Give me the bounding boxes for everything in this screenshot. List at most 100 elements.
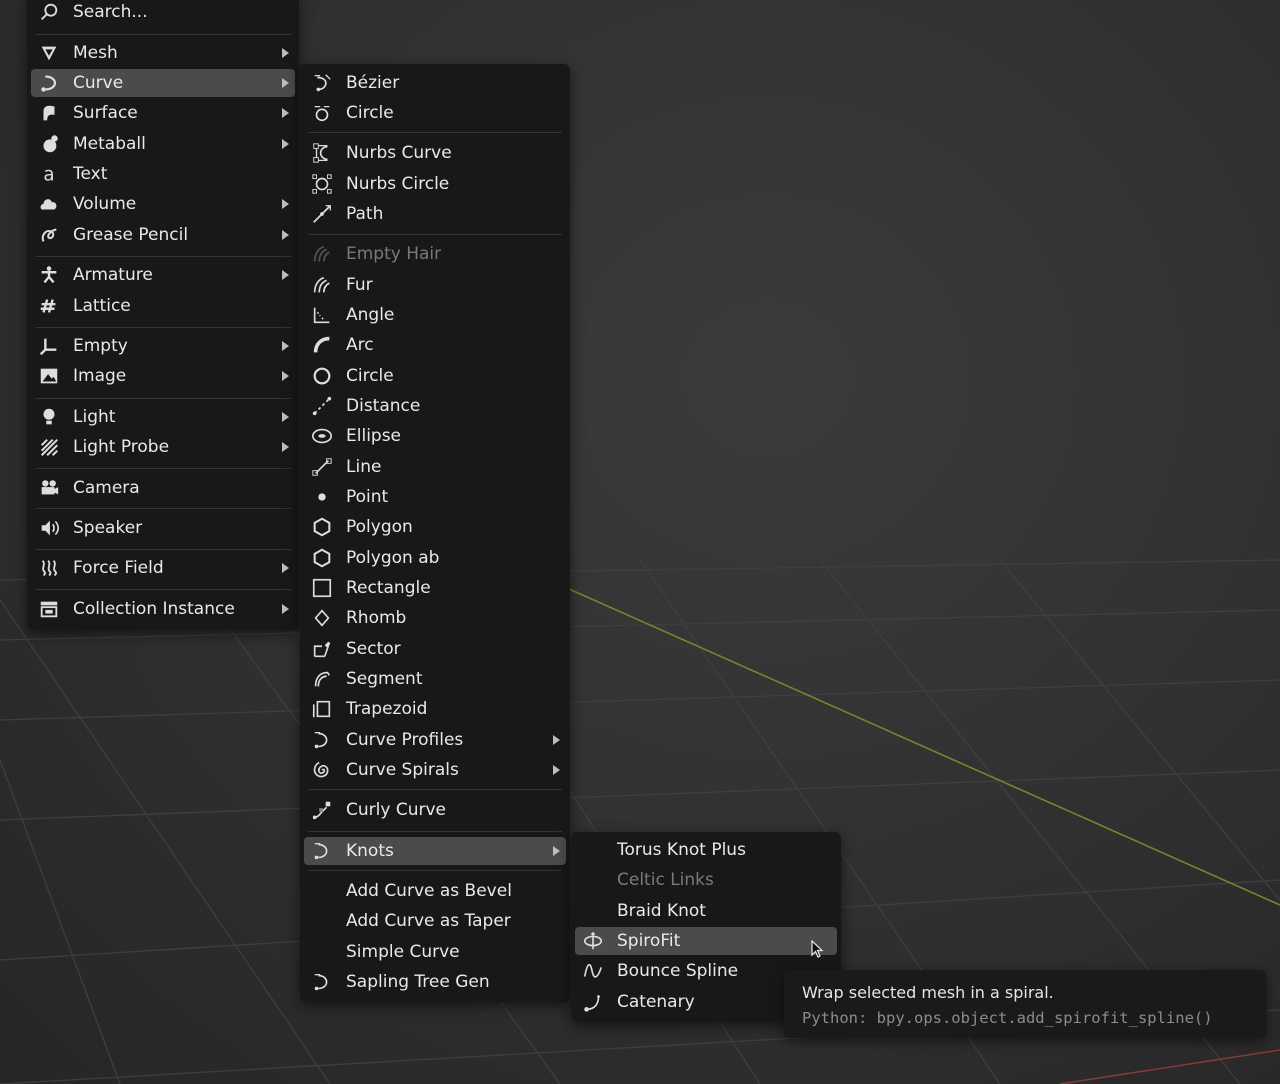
polygon-icon bbox=[310, 515, 334, 539]
curve-menu-item-line[interactable]: Line bbox=[304, 453, 566, 481]
sapling-icon bbox=[310, 970, 334, 994]
add-menu-item-surface[interactable]: Surface bbox=[31, 99, 295, 127]
curve-menu-item-path[interactable]: Path bbox=[304, 200, 566, 228]
curve-menu-item-circle[interactable]: Circle bbox=[304, 99, 566, 127]
add-menu-item-force-field[interactable]: Force Field bbox=[31, 554, 295, 582]
submenu-arrow-icon bbox=[553, 735, 560, 745]
add-menu-item-label: Volume bbox=[73, 194, 137, 214]
icon-spacer bbox=[581, 838, 605, 862]
menu-separator bbox=[308, 870, 562, 871]
submenu-arrow-icon bbox=[282, 604, 289, 614]
curve-menu-item-polygon-ab[interactable]: Polygon ab bbox=[304, 544, 566, 572]
curve-menu-item-label: Distance bbox=[346, 396, 421, 416]
curve-menu-item-label: Circle bbox=[346, 103, 394, 123]
add-menu-item-mesh[interactable]: Mesh bbox=[31, 39, 295, 67]
curve-menu-item-curve-spirals[interactable]: Curve Spirals bbox=[304, 756, 566, 784]
submenu-arrow-icon bbox=[553, 846, 560, 856]
add-menu-item-empty[interactable]: Empty bbox=[31, 332, 295, 360]
menu-separator bbox=[308, 789, 562, 790]
tooltip: Wrap selected mesh in a spiral. Python: … bbox=[784, 970, 1266, 1038]
submenu-arrow-icon bbox=[282, 139, 289, 149]
curve-menu-item-label: Path bbox=[346, 204, 384, 224]
add-menu-item-metaball[interactable]: Metaball bbox=[31, 130, 295, 158]
add-menu-item-label: Collection Instance bbox=[73, 599, 235, 619]
circle-icon bbox=[310, 364, 334, 388]
submenu-arrow-icon bbox=[282, 371, 289, 381]
curve-menu-item-nurbs-curve[interactable]: Nurbs Curve bbox=[304, 139, 566, 167]
curve-menu-item-rectangle[interactable]: Rectangle bbox=[304, 574, 566, 602]
spirofit-icon bbox=[581, 929, 605, 953]
curve-menu-item-sapling-tree-gen[interactable]: Sapling Tree Gen bbox=[304, 968, 566, 996]
curve-menu-item-sector[interactable]: Sector bbox=[304, 635, 566, 663]
menu-separator bbox=[35, 398, 291, 399]
add-menu-item-lattice[interactable]: Lattice bbox=[31, 292, 295, 320]
nurbs-curve-icon bbox=[310, 141, 334, 165]
menu-separator bbox=[35, 34, 291, 35]
curve-menu-item-label: Bézier bbox=[346, 73, 400, 93]
collection-instance-icon bbox=[37, 597, 61, 621]
bounce-spline-icon bbox=[581, 959, 605, 983]
curve-menu-item-fur[interactable]: Fur bbox=[304, 271, 566, 299]
curve-menu-item-knots[interactable]: Knots bbox=[304, 837, 566, 865]
add-menu-item-light[interactable]: Light bbox=[31, 403, 295, 431]
curve-menu-item-add-curve-as-taper[interactable]: Add Curve as Taper bbox=[304, 907, 566, 935]
add-menu-item-label: Speaker bbox=[73, 518, 143, 538]
curve-menu-item-ellipse[interactable]: Ellipse bbox=[304, 422, 566, 450]
rectangle-icon bbox=[310, 576, 334, 600]
knots-menu-item-celtic-links[interactable]: Celtic Links bbox=[575, 866, 837, 894]
add-menu-item-speaker[interactable]: Speaker bbox=[31, 514, 295, 542]
curve-menu-item-b-zier[interactable]: Bézier bbox=[304, 69, 566, 97]
knots-menu-item-braid-knot[interactable]: Braid Knot bbox=[575, 897, 837, 925]
submenu-arrow-icon bbox=[282, 563, 289, 573]
light-icon bbox=[37, 405, 61, 429]
curve-menu-item-empty-hair[interactable]: Empty Hair bbox=[304, 240, 566, 268]
add-menu-item-label: Force Field bbox=[73, 558, 164, 578]
icon-spacer bbox=[581, 899, 605, 923]
force-field-icon bbox=[37, 556, 61, 580]
add-menu-item-curve[interactable]: Curve bbox=[31, 69, 295, 97]
knots-menu-item-spirofit[interactable]: SpiroFit bbox=[575, 927, 837, 955]
add-menu-item-camera[interactable]: Camera bbox=[31, 474, 295, 502]
curve-menu-item-simple-curve[interactable]: Simple Curve bbox=[304, 938, 566, 966]
mouse-cursor-icon bbox=[811, 940, 824, 958]
add-menu-item-label: Lattice bbox=[73, 296, 131, 316]
submenu-arrow-icon bbox=[282, 108, 289, 118]
empty-hair-icon bbox=[310, 242, 334, 266]
curve-menu-item-arc[interactable]: Arc bbox=[304, 331, 566, 359]
knots-menu-item-torus-knot-plus[interactable]: Torus Knot Plus bbox=[575, 836, 837, 864]
submenu-arrow-icon bbox=[553, 765, 560, 775]
curve-menu-item-add-curve-as-bevel[interactable]: Add Curve as Bevel bbox=[304, 877, 566, 905]
add-menu-item-label: Grease Pencil bbox=[73, 225, 189, 245]
curve-menu-item-trapezoid[interactable]: Trapezoid bbox=[304, 695, 566, 723]
curve-menu-item-label: Curve Spirals bbox=[346, 760, 459, 780]
add-menu-item-volume[interactable]: Volume bbox=[31, 190, 295, 218]
add-menu-item-image[interactable]: Image bbox=[31, 362, 295, 390]
knots-menu-item-label: Celtic Links bbox=[617, 870, 714, 890]
curve-menu-item-nurbs-circle[interactable]: Nurbs Circle bbox=[304, 170, 566, 198]
add-menu-item-label: Surface bbox=[73, 103, 138, 123]
curve-menu-item-point[interactable]: Point bbox=[304, 483, 566, 511]
add-menu-item-collection-instance[interactable]: Collection Instance bbox=[31, 595, 295, 623]
curve-menu-item-rhomb[interactable]: Rhomb bbox=[304, 604, 566, 632]
metaball-icon bbox=[37, 132, 61, 156]
add-menu-item-armature[interactable]: Armature bbox=[31, 261, 295, 289]
search-field[interactable]: Search... bbox=[31, 0, 295, 26]
curve-menu-item-curly-curve[interactable]: Curly Curve bbox=[304, 796, 566, 824]
curve-menu-item-label: Circle bbox=[346, 366, 394, 386]
add-menu-item-text[interactable]: a Text bbox=[31, 160, 295, 188]
add-menu-item-grease-pencil[interactable]: Grease Pencil bbox=[31, 221, 295, 249]
curve-menu-item-circle[interactable]: Circle bbox=[304, 362, 566, 390]
point-icon bbox=[310, 485, 334, 509]
curve-menu-item-polygon[interactable]: Polygon bbox=[304, 513, 566, 541]
menu-separator bbox=[308, 234, 562, 235]
curve-menu-item-angle[interactable]: Angle bbox=[304, 301, 566, 329]
curve-menu-item-segment[interactable]: Segment bbox=[304, 665, 566, 693]
curve-menu-item-curve-profiles[interactable]: Curve Profiles bbox=[304, 726, 566, 754]
curve-menu-item-label: Curly Curve bbox=[346, 800, 446, 820]
curve-menu-item-label: Line bbox=[346, 457, 382, 477]
add-menu-item-light-probe[interactable]: Light Probe bbox=[31, 433, 295, 461]
angle-icon bbox=[310, 303, 334, 327]
curve-menu-item-distance[interactable]: Distance bbox=[304, 392, 566, 420]
curve-menu-item-label: Rectangle bbox=[346, 578, 431, 598]
curve-menu-item-label: Sapling Tree Gen bbox=[346, 972, 490, 992]
